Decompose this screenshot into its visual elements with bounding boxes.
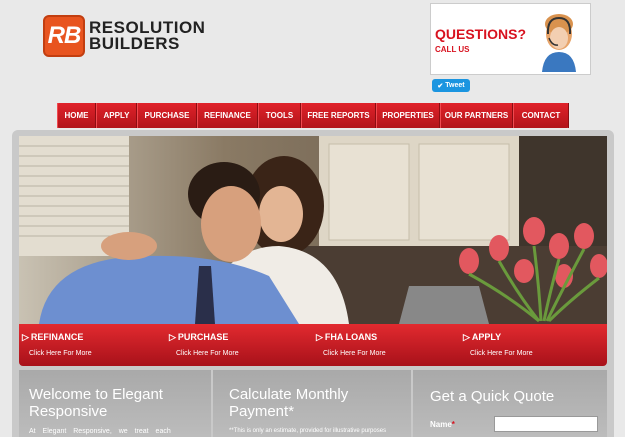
nav-item-tools[interactable]: TOOLS (258, 103, 301, 128)
hero-image (19, 136, 607, 324)
hero-link-subtitle: Click Here For More (29, 350, 92, 357)
twitter-bird-icon: ✔ (437, 82, 444, 90)
calculator-title-line-1: Calculate Monthly (229, 386, 349, 403)
logo-wordmark: RESOLUTION BUILDERS (89, 19, 205, 53)
hero-photo (19, 136, 607, 324)
logo-line-2: BUILDERS (89, 34, 180, 53)
hero-link-refinance[interactable]: ▷ REFINANCE Click Here For More (22, 324, 92, 366)
hero-link-subtitle: Click Here For More (470, 350, 533, 357)
name-field-label: Name* (430, 420, 455, 429)
play-arrow-icon: ▷ (463, 332, 470, 342)
welcome-section: Welcome to Elegant Responsive At Elegant… (19, 370, 211, 437)
welcome-title: Welcome to Elegant Responsive (19, 370, 211, 420)
welcome-title-line-1: Welcome to Elegant (29, 386, 163, 403)
hero-link-subtitle: Click Here For More (323, 350, 386, 357)
tweet-label: Tweet (445, 82, 465, 89)
site-logo[interactable]: RB RESOLUTION BUILDERS (43, 15, 205, 57)
nav-item-properties[interactable]: PROPERTIES (376, 103, 440, 128)
logo-badge: RB (43, 15, 85, 57)
call-us-label: CALL US (435, 45, 470, 54)
nav-item-contact[interactable]: CONTACT (513, 103, 569, 128)
name-input[interactable] (494, 416, 598, 432)
support-agent-image (542, 14, 576, 72)
welcome-title-line-2: Responsive (29, 403, 108, 420)
welcome-text: At Elegant Responsive, we treat each (29, 428, 171, 435)
nav-item-refinance[interactable]: REFINANCE (197, 103, 258, 128)
nav-item-home[interactable]: HOME (57, 103, 96, 128)
hero-link-title: APPLY (471, 332, 502, 342)
hero-link-subtitle: Click Here For More (176, 350, 239, 357)
name-label-text: Name (430, 420, 452, 429)
hero-link-purchase[interactable]: ▷ PURCHASE Click Here For More (169, 324, 239, 366)
play-arrow-icon: ▷ (169, 332, 176, 342)
calculator-disclaimer: **This is only an estimate, provided for… (229, 428, 387, 434)
questions-title: QUESTIONS? (435, 26, 527, 42)
nav-item-purchase[interactable]: PURCHASE (137, 103, 197, 128)
nav-item-free-reports[interactable]: FREE REPORTS (301, 103, 376, 128)
nav-item-our-partners[interactable]: OUR PARTNERS (440, 103, 513, 128)
hero-link-title: PURCHASE (177, 332, 229, 342)
quick-quote-title: Get a Quick Quote (430, 388, 555, 405)
play-arrow-icon: ▷ (22, 332, 29, 342)
nav-item-apply[interactable]: APPLY (96, 103, 137, 128)
calculator-section: Calculate Monthly Payment* **This is onl… (213, 370, 411, 437)
main-nav: HOME APPLY PURCHASE REFINANCE TOOLS FREE… (57, 103, 569, 128)
required-mark: * (451, 420, 455, 429)
hero-link-fha-loans[interactable]: ▷ FHA LOANS Click Here For More (316, 324, 386, 366)
tweet-button[interactable]: ✔ Tweet (432, 79, 470, 92)
play-arrow-icon: ▷ (316, 332, 323, 342)
hero-link-title: REFINANCE (30, 332, 84, 342)
questions-banner[interactable]: QUESTIONS? CALL US (430, 3, 591, 75)
calculator-title-line-2: Payment* (229, 403, 295, 420)
hero-link-apply[interactable]: ▷ APPLY Click Here For More (463, 324, 533, 366)
calculator-title: Calculate Monthly Payment* (213, 370, 411, 420)
hero-link-bar: ▷ REFINANCE Click Here For More ▷ PURCHASE… (19, 324, 607, 366)
hero-link-title: FHA LOANS (324, 332, 378, 342)
